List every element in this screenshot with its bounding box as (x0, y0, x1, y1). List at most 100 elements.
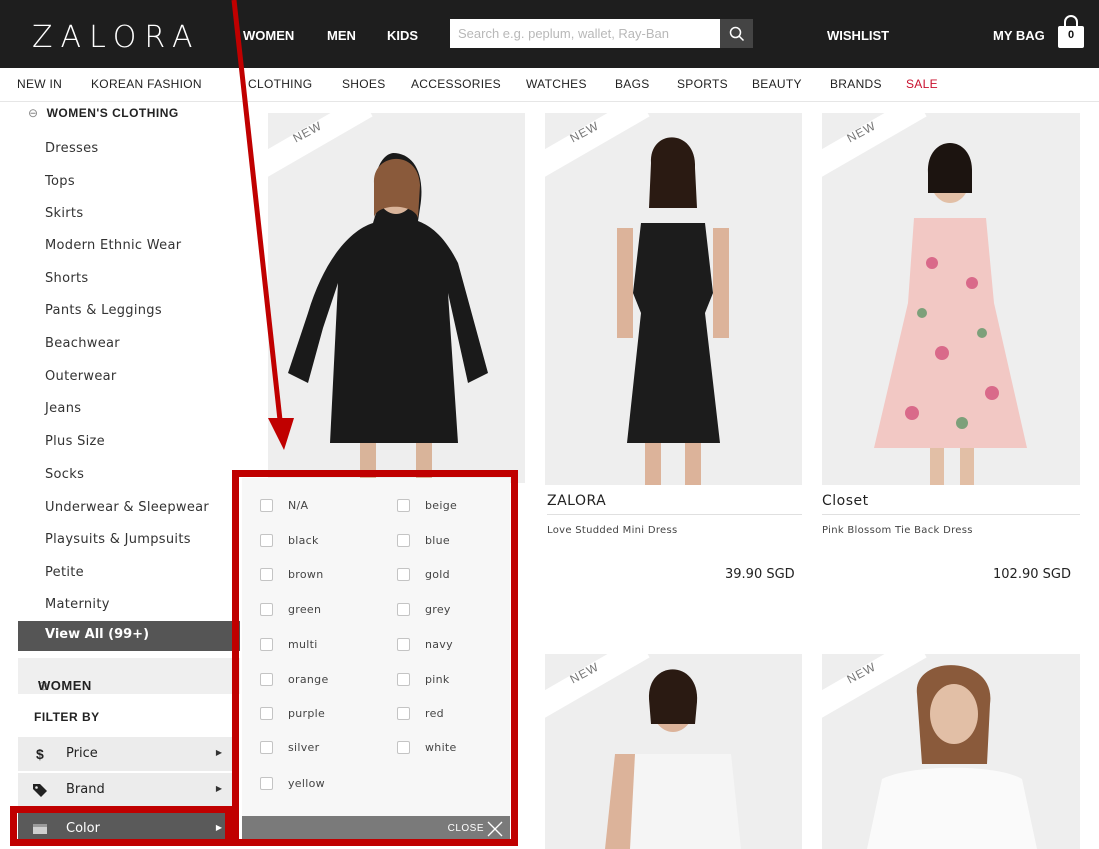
nav-men[interactable]: MEN (327, 28, 356, 43)
chevron-right-icon: ▶ (215, 748, 222, 757)
product-card[interactable]: NEW (822, 113, 1080, 485)
color-option-red[interactable]: red (397, 707, 444, 720)
color-option-green[interactable]: green (260, 603, 321, 616)
sidebar-item-playsuits-jumpsuits[interactable]: Playsuits & Jumpsuits (45, 532, 191, 547)
category-nav: NEW IN KOREAN FASHION CLOTHING SHOES ACC… (0, 68, 1099, 102)
color-option-brown[interactable]: brown (260, 568, 323, 581)
search-input[interactable] (450, 19, 720, 48)
nav-women[interactable]: WOMEN (243, 28, 294, 43)
checkbox[interactable] (397, 603, 410, 616)
subnav-accessories[interactable]: ACCESSORIES (411, 77, 501, 91)
color-option-pink[interactable]: pink (397, 673, 450, 686)
subnav-shoes[interactable]: SHOES (342, 77, 386, 91)
product-card[interactable]: NEW (545, 654, 802, 849)
filter-color-label: Color (66, 821, 100, 836)
checkbox[interactable] (260, 638, 273, 651)
product-brand[interactable]: Closet (822, 493, 869, 509)
color-option-silver[interactable]: silver (260, 741, 319, 754)
color-option-white[interactable]: white (397, 741, 457, 754)
sidebar-item-dresses[interactable]: Dresses (45, 141, 98, 156)
my-bag-link[interactable]: MY BAG (993, 28, 1045, 43)
filter-brand[interactable]: Brand ▶ (18, 773, 236, 807)
color-option-gold[interactable]: gold (397, 568, 450, 581)
checkbox[interactable] (397, 638, 410, 651)
subnav-new-in[interactable]: NEW IN (17, 77, 62, 91)
sidebar-item-plus-size[interactable]: Plus Size (45, 434, 105, 449)
color-label: navy (425, 638, 453, 651)
sidebar-item-skirts[interactable]: Skirts (45, 206, 83, 221)
subnav-beauty[interactable]: BEAUTY (752, 77, 802, 91)
filter-brand-label: Brand (66, 782, 105, 797)
subnav-bags[interactable]: BAGS (615, 77, 650, 91)
checkbox[interactable] (260, 499, 273, 512)
search-button[interactable] (720, 19, 753, 48)
color-label: gold (425, 568, 450, 581)
color-option-grey[interactable]: grey (397, 603, 451, 616)
checkbox[interactable] (260, 673, 273, 686)
women-label: WOMEN (38, 678, 92, 693)
product-price: 102.90 SGD (993, 567, 1071, 582)
product-name[interactable]: Love Studded Mini Dress (547, 525, 678, 536)
checkbox[interactable] (260, 707, 273, 720)
product-card[interactable]: NEW (822, 654, 1080, 849)
color-option-blue[interactable]: blue (397, 534, 450, 547)
product-brand[interactable]: ZALORA (547, 493, 606, 509)
product-card[interactable]: NEW (268, 113, 525, 483)
color-option-navy[interactable]: navy (397, 638, 453, 651)
close-icon[interactable] (486, 820, 504, 838)
product-name[interactable]: Pink Blossom Tie Back Dress (822, 525, 973, 536)
checkbox[interactable] (397, 499, 410, 512)
checkbox[interactable] (397, 741, 410, 754)
color-option-black[interactable]: black (260, 534, 319, 547)
checkbox[interactable] (260, 741, 273, 754)
nav-kids[interactable]: KIDS (387, 28, 418, 43)
top-header: ZALORA WOMEN MEN KIDS WISHLIST MY BAG 0 (0, 0, 1099, 68)
product-card[interactable]: NEW (545, 113, 802, 485)
checkbox[interactable] (260, 568, 273, 581)
color-option-multi[interactable]: multi (260, 638, 318, 651)
checkbox[interactable] (397, 707, 410, 720)
wishlist-link[interactable]: WISHLIST (827, 28, 889, 43)
color-option-purple[interactable]: purple (260, 707, 325, 720)
sidebar-item-beachwear[interactable]: Beachwear (45, 336, 120, 351)
color-label: green (288, 603, 322, 616)
sidebar-item-pants-leggings[interactable]: Pants & Leggings (45, 303, 162, 318)
sidebar-item-maternity[interactable]: Maternity (45, 597, 110, 612)
subnav-watches[interactable]: WATCHES (526, 77, 587, 91)
color-label: purple (288, 707, 326, 720)
checkbox[interactable] (260, 777, 273, 790)
color-option-yellow[interactable]: yellow (260, 777, 325, 790)
checkbox[interactable] (397, 568, 410, 581)
color-label: blue (425, 534, 450, 547)
checkbox[interactable] (397, 534, 410, 547)
sidebar-item-modern-ethnic-wear[interactable]: Modern Ethnic Wear (45, 238, 181, 253)
divider (547, 514, 802, 515)
subnav-clothing[interactable]: CLOTHING (248, 77, 312, 91)
section-women[interactable]: ⊕ WOMEN (18, 658, 240, 694)
sidebar-item-shorts[interactable]: Shorts (45, 271, 88, 286)
color-swatch-icon (33, 824, 47, 834)
sidebar-item-underwear-sleepwear[interactable]: Underwear & Sleepwear (45, 500, 209, 515)
sidebar-item-jeans[interactable]: Jeans (45, 401, 81, 416)
subnav-sale[interactable]: SALE (906, 77, 938, 91)
sidebar-item-petite[interactable]: Petite (45, 565, 84, 580)
color-option-orange[interactable]: orange (260, 673, 329, 686)
section-womens-clothing[interactable]: ⊖ WOMEN'S CLOTHING (28, 106, 179, 120)
zalora-logo[interactable]: ZALORA (32, 20, 200, 55)
sidebar-item-socks[interactable]: Socks (45, 467, 84, 482)
color-option-na[interactable]: N/A (260, 499, 308, 512)
subnav-brands[interactable]: BRANDS (830, 77, 882, 91)
filter-color[interactable]: Color ▶ (18, 812, 236, 846)
view-all-button[interactable]: View All (99+) (18, 621, 240, 651)
product-price-partial: ) (514, 567, 520, 582)
subnav-sports[interactable]: SPORTS (677, 77, 728, 91)
subnav-korean-fashion[interactable]: KOREAN FASHION (91, 77, 202, 91)
checkbox[interactable] (397, 673, 410, 686)
checkbox[interactable] (260, 534, 273, 547)
sidebar-item-outerwear[interactable]: Outerwear (45, 369, 117, 384)
checkbox[interactable] (260, 603, 273, 616)
filter-price[interactable]: $ Price ▶ (18, 737, 236, 771)
color-option-beige[interactable]: beige (397, 499, 457, 512)
sidebar-item-tops[interactable]: Tops (45, 174, 75, 189)
close-button[interactable]: CLOSE (448, 823, 484, 834)
